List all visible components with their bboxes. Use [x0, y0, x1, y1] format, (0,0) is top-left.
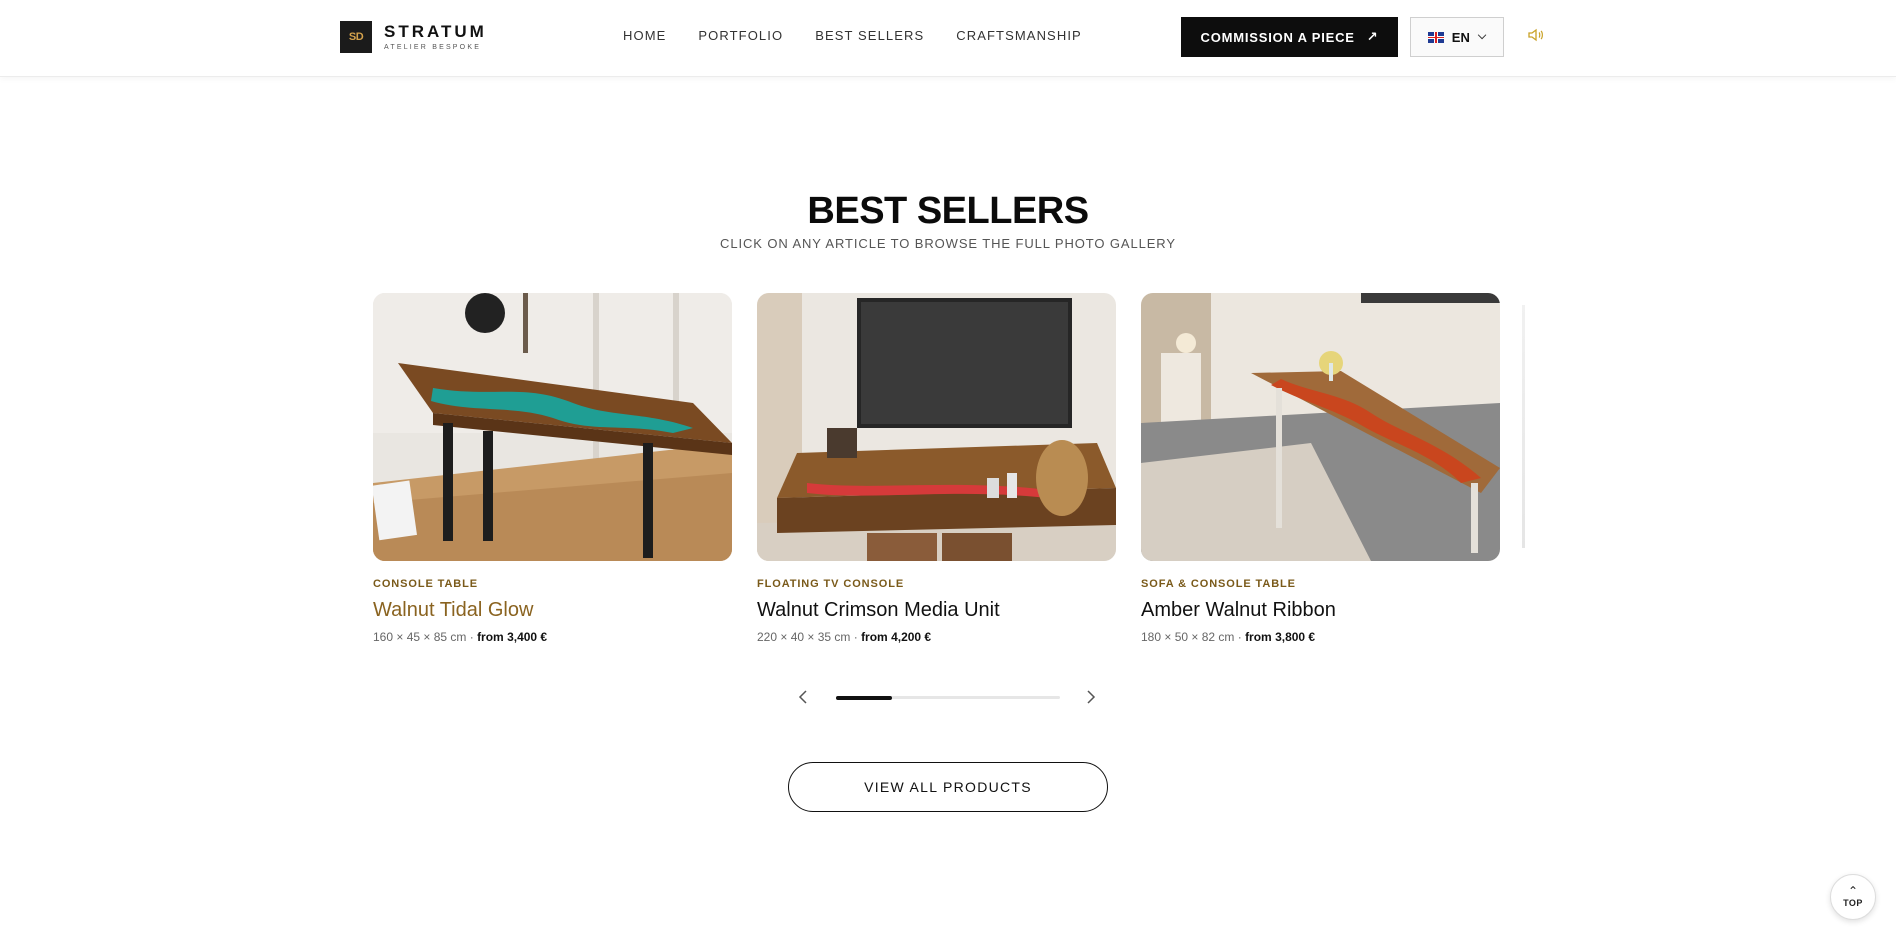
language-selector[interactable]: EN ⌵ [1410, 17, 1504, 57]
uk-flag-icon [1427, 31, 1444, 43]
product-card[interactable]: CONSOLE TABLE Walnut Tidal Glow 160 × 45… [373, 293, 732, 644]
product-meta: 160 × 45 × 85 cm · from 3,400 € [373, 630, 732, 644]
product-image[interactable] [757, 293, 1116, 561]
carousel-progress-track [836, 695, 1060, 700]
brand-logo[interactable]: SD STRATUM ATELIER BESPOKE [340, 21, 487, 53]
product-dimensions: 160 × 45 × 85 cm · [373, 630, 478, 644]
chevron-up-icon: ⌃ [1847, 884, 1859, 898]
product-price: from 4,200 € [861, 630, 932, 644]
main-nav: HOME PORTFOLIO BEST SELLERS CRAFTSMANSHI… [623, 28, 1114, 43]
product-category: FLOATING TV CONSOLE [757, 578, 905, 590]
speaker-icon[interactable] [1528, 28, 1544, 46]
section-title: BEST SELLERS [807, 190, 1089, 232]
section-subtitle: CLICK ON ANY ARTICLE TO BROWSE THE FULL … [720, 236, 1176, 251]
carousel-next-icon[interactable] [1086, 688, 1096, 711]
product-meta: 180 × 50 × 82 cm · from 3,800 € [1141, 630, 1500, 644]
commission-button[interactable]: COMMISSION A PIECE ↗ [1181, 17, 1398, 57]
nav-home[interactable]: HOME [623, 28, 666, 43]
carousel-progress-fill [836, 695, 892, 700]
product-category: CONSOLE TABLE [373, 578, 478, 590]
product-name[interactable]: Walnut Crimson Media Unit [757, 599, 1116, 622]
product-dimensions: 180 × 50 × 82 cm · [1141, 630, 1246, 644]
product-category: SOFA & CONSOLE TABLE [1141, 578, 1296, 590]
logo-mark: SD [340, 21, 372, 53]
brand-subtitle: ATELIER BESPOKE [384, 44, 482, 51]
site-header: SD STRATUM ATELIER BESPOKE HOME PORTFOLI… [0, 0, 1896, 77]
top-label: TOP [1843, 898, 1863, 908]
language-label: EN [1451, 29, 1470, 45]
product-name[interactable]: Amber Walnut Ribbon [1141, 599, 1500, 622]
product-price: from 3,800 € [1245, 630, 1316, 644]
nav-portfolio[interactable]: PORTFOLIO [698, 28, 783, 43]
product-card[interactable]: SOFA & CONSOLE TABLE Amber Walnut Ribbon… [1141, 293, 1500, 644]
arrow-up-right-icon: ↗ [1366, 29, 1379, 44]
back-to-top-button[interactable]: ⌃ TOP [1830, 874, 1876, 920]
product-dimensions: 220 × 40 × 35 cm · [757, 630, 862, 644]
brand-name: STRATUM [384, 22, 487, 41]
next-card-peek [1522, 305, 1525, 548]
view-all-products-button[interactable]: VIEW ALL PRODUCTS [788, 762, 1108, 812]
carousel-prev-icon[interactable] [798, 688, 808, 711]
nav-best-sellers[interactable]: BEST SELLERS [815, 28, 924, 43]
product-price: from 3,400 € [477, 630, 548, 644]
chevron-down-icon: ⌵ [1477, 29, 1487, 42]
product-image[interactable] [373, 293, 732, 561]
commission-label: COMMISSION A PIECE [1200, 29, 1355, 45]
product-image[interactable] [1141, 293, 1500, 561]
nav-craftsmanship[interactable]: CRAFTSMANSHIP [956, 28, 1082, 43]
product-meta: 220 × 40 × 35 cm · from 4,200 € [757, 630, 1116, 644]
product-name[interactable]: Walnut Tidal Glow [373, 599, 732, 622]
product-card[interactable]: FLOATING TV CONSOLE Walnut Crimson Media… [757, 293, 1116, 644]
